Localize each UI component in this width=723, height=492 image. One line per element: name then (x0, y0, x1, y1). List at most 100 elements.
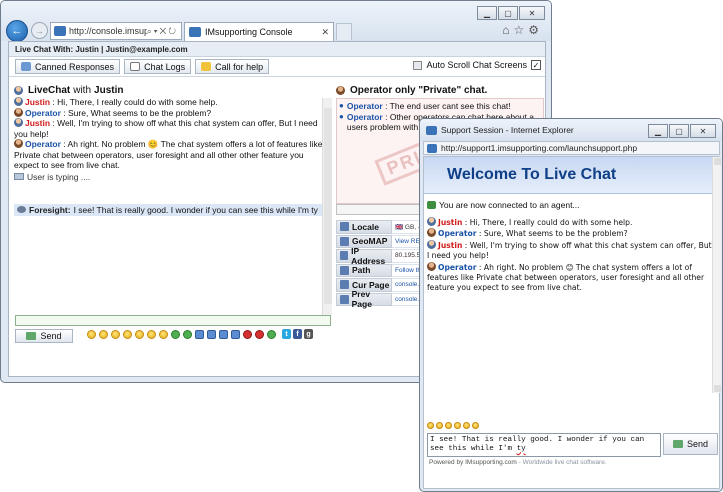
auto-scroll-toggle[interactable]: Auto Scroll Chat Screens ✓ (413, 60, 541, 70)
chat-logs-label: Chat Logs (144, 61, 186, 72)
eye-icon (17, 206, 26, 213)
back-arrow-icon[interactable]: ← (6, 20, 28, 42)
google-icon[interactable]: g (304, 329, 313, 339)
message-text: : Well, I'm trying to show off what this… (14, 118, 318, 139)
call-for-help-button[interactable]: Call for help (195, 59, 270, 74)
mail-icon[interactable] (195, 330, 204, 339)
send-icon (26, 332, 37, 340)
private-message: ● Operator : The end user cant see this c… (339, 101, 541, 112)
close-button[interactable]: ✕ (519, 6, 545, 20)
search-refresh-icons[interactable]: ⌕▾✕↻ (147, 26, 181, 37)
chat-message: Justin : Hi, There, I really could do wi… (14, 97, 330, 108)
support-send-button[interactable]: Send (663, 433, 718, 455)
ban-icon[interactable] (243, 330, 252, 339)
link-icon[interactable] (207, 330, 216, 339)
emoticon-bar (87, 330, 276, 339)
bullet-icon: ● (339, 101, 344, 110)
chat-logs-icon (130, 62, 141, 71)
tab-close-icon[interactable]: ✕ (321, 27, 329, 38)
support-address-bar[interactable]: http://support1.imsupporting.com/launchs… (423, 141, 720, 155)
browser-tools-icons[interactable]: ⌂☆⚙ (502, 23, 543, 37)
surprised-icon[interactable] (472, 422, 479, 429)
favicon-icon (54, 26, 66, 36)
message-text: : Hi, There, I really could do with some… (50, 97, 218, 107)
chat-message: Operator : Sure, What seems to be the pr… (14, 107, 330, 119)
close-button[interactable]: ✕ (690, 124, 716, 138)
new-tab-button[interactable] (336, 23, 352, 40)
alert-icon[interactable] (255, 330, 264, 339)
cool-icon[interactable] (159, 330, 168, 339)
tongue-icon[interactable] (463, 422, 470, 429)
live-chat-with-bar: Live Chat With: Justin | Justin@example.… (9, 42, 545, 57)
operator-icon (427, 261, 436, 271)
chat-user-icon (14, 86, 23, 95)
surprised-icon[interactable] (147, 330, 156, 339)
send-button[interactable]: Send (15, 329, 73, 343)
call-for-help-label: Call for help (215, 61, 264, 72)
minimize-button[interactable]: ▁ (477, 6, 497, 20)
forward-arrow-icon[interactable]: → (31, 22, 48, 39)
tab-console[interactable]: IMsupporting Console ✕ (184, 22, 334, 41)
maximize-button[interactable]: ▢ (669, 124, 689, 138)
ie-icon (426, 125, 437, 135)
check-icon[interactable] (171, 330, 180, 339)
sender-name: Operator (25, 139, 61, 149)
canned-responses-button[interactable]: Canned Responses (15, 59, 121, 74)
sender-name: Justin (438, 218, 463, 227)
sad-icon[interactable] (111, 330, 120, 339)
sender-name: Justin (25, 118, 51, 128)
auto-scroll-checkbox[interactable]: ✓ (531, 60, 541, 70)
sad-icon[interactable] (445, 422, 452, 429)
sender-name: Justin (25, 97, 51, 107)
user-icon (427, 239, 436, 249)
chat-message: Operator : Sure, What seems to be the pr… (427, 228, 713, 239)
grin-icon[interactable] (99, 330, 108, 339)
smile-icon[interactable] (87, 330, 96, 339)
support-message-input[interactable]: I see! That is really good. I wonder if … (427, 433, 661, 457)
bullet-icon: ● (339, 111, 344, 121)
window-controls: ▁ ▢ ✕ (477, 6, 545, 20)
chat-message: Justin : Well, I'm trying to show off wh… (427, 239, 713, 262)
minimize-button[interactable]: ▁ (648, 124, 668, 138)
phone-icon[interactable] (267, 330, 276, 339)
user-icon (14, 97, 23, 106)
info-key: IP Address (336, 246, 392, 266)
chat-scrollbar[interactable] (322, 98, 332, 316)
wink-icon[interactable] (454, 422, 461, 429)
info-icon (340, 265, 349, 275)
message-input[interactable] (15, 315, 331, 326)
sender-name: Operator (346, 111, 383, 122)
smile-icon[interactable] (427, 422, 434, 429)
chart-icon[interactable] (231, 330, 240, 339)
livechat-panel: LiveChat with Justin Justin : Hi, There,… (14, 84, 332, 316)
facebook-icon[interactable]: f (293, 329, 302, 339)
window-controls: ▁ ▢ ✕ (648, 124, 716, 138)
grin-icon[interactable] (436, 422, 443, 429)
auto-scroll-label: Auto Scroll Chat Screens (426, 60, 527, 70)
social-links: t f g (282, 329, 313, 339)
message-text: : Sure, What seems to be the problem? (476, 229, 628, 239)
console-toolbar: Canned Responses Chat Logs Call for help… (9, 57, 545, 77)
chat-logs-button[interactable]: Chat Logs (124, 59, 192, 74)
support-scrollbar[interactable] (712, 157, 721, 393)
chat-message: Operator : Ah right. No problem 😊 The ch… (14, 139, 330, 171)
message-text: : Ah right. No problem 😊 The chat system… (14, 139, 323, 170)
address-bar[interactable]: http://console.imsupporting.com/ ⌕▾✕↻ (50, 22, 182, 40)
chat-message: Justin : Well, I'm trying to show off wh… (14, 118, 330, 139)
message-text: : Sure, What seems to be the problem? (60, 107, 212, 118)
sender-name: Operator (346, 101, 383, 111)
connected-status: You are now connected to an agent... (427, 200, 719, 210)
operator-icon (427, 228, 436, 238)
tongue-icon[interactable] (135, 330, 144, 339)
twitter-icon[interactable]: t (282, 329, 291, 339)
plus-icon[interactable] (183, 330, 192, 339)
foresight-preview: Foresight: I see! That is really good. I… (14, 203, 330, 216)
canned-responses-icon (21, 62, 31, 71)
image-icon[interactable] (219, 330, 228, 339)
wink-icon[interactable] (123, 330, 132, 339)
maximize-button[interactable]: ▢ (498, 6, 518, 20)
tab-title: IMsupporting Console (205, 27, 293, 37)
message-text: : The end user cant see this chat! (382, 101, 511, 111)
scroll-icon (413, 60, 423, 70)
sender-name: Operator (438, 262, 477, 272)
